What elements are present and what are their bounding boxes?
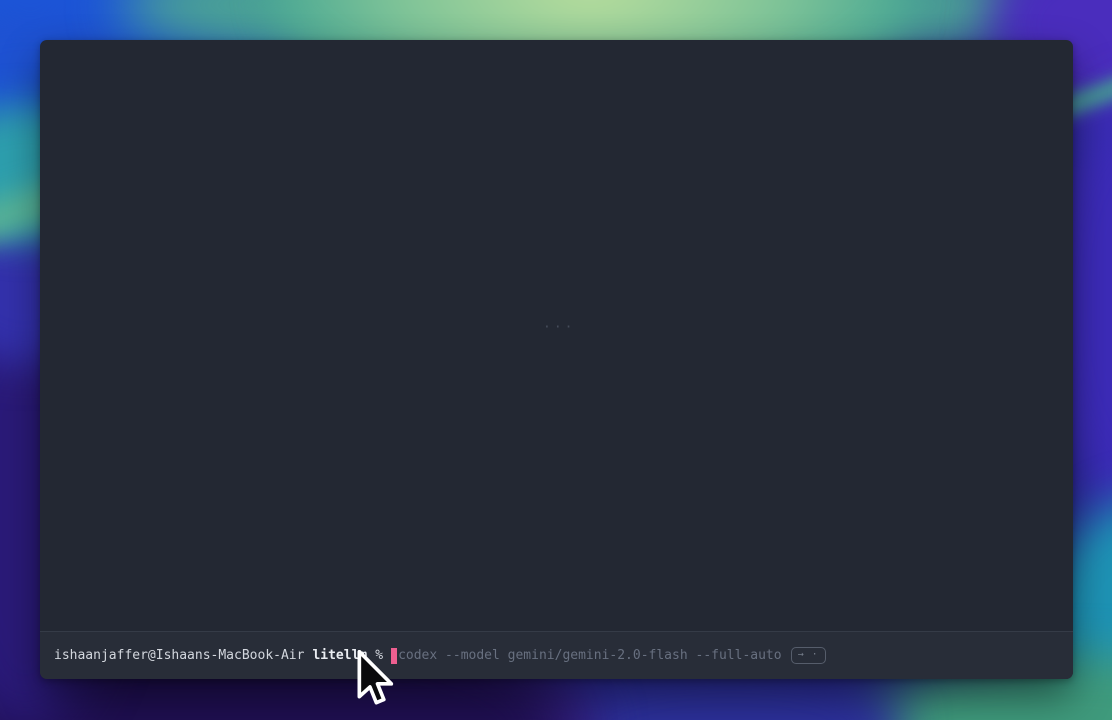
autosuggestion-text: codex --model gemini/gemini-2.0-flash --…	[398, 649, 782, 662]
terminal-ellipsis: ···	[543, 320, 575, 335]
text-cursor	[391, 648, 397, 664]
accept-suggestion-key-hint: → ·	[791, 647, 826, 664]
terminal-window[interactable]: ··· ishaanjaffer@Ishaans-MacBook-Air lit…	[40, 40, 1073, 679]
prompt-symbol: %	[375, 649, 383, 662]
terminal-prompt-line[interactable]: ishaanjaffer@Ishaans-MacBook-Air litellm…	[40, 631, 1073, 679]
prompt-directory: litellm	[312, 649, 367, 662]
terminal-output-area[interactable]: ···	[40, 40, 1073, 631]
prompt-user-host: ishaanjaffer@Ishaans-MacBook-Air	[54, 649, 304, 662]
